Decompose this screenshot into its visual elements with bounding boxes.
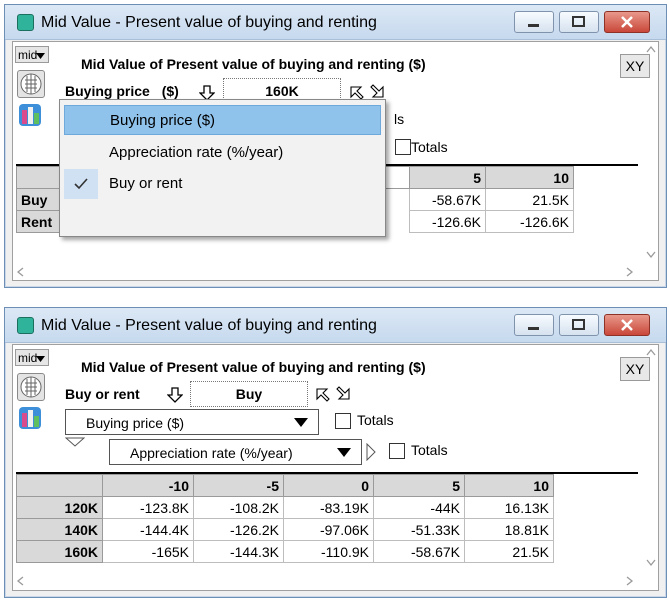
window-bottom: Mid Value - Present value of buying and … [4, 307, 667, 598]
menu-item-label: Appreciation rate (%/year) [109, 144, 284, 161]
slicer-label: Buying price ($) [65, 83, 179, 99]
dropdown-arrow-icon [337, 448, 351, 457]
corner-cell [16, 474, 103, 497]
table-cell[interactable]: -126.6K [409, 210, 486, 233]
minimize-button[interactable] [514, 11, 554, 33]
table-cell[interactable]: -58.67K [373, 540, 465, 563]
col-header: -5 [193, 474, 284, 497]
title-bar[interactable]: Mid Value - Present value of buying and … [5, 5, 666, 40]
result-heading: Mid Value of Present value of buying and… [81, 56, 426, 72]
graph-view-icon[interactable] [17, 102, 43, 128]
menu-item-appreciation-rate[interactable]: Appreciation rate (%/year) [64, 138, 381, 168]
table-cell[interactable]: -83.19K [283, 496, 374, 519]
pivot-down-triangle-icon[interactable] [65, 437, 85, 447]
menu-item-label: Buying price ($) [110, 112, 216, 129]
horizontal-scrollbar[interactable] [15, 575, 645, 587]
row-index-label: Buying price ($) [86, 415, 185, 431]
column-totals-checkbox[interactable] [389, 443, 405, 459]
col-header: -10 [102, 474, 194, 497]
row-header: 140K [16, 518, 103, 541]
table-cell[interactable]: -110.9K [283, 540, 374, 563]
swap-down-arrow-icon[interactable] [167, 387, 183, 403]
col-header: 5 [409, 166, 486, 189]
col-header: 0 [283, 474, 374, 497]
menu-item-buying-price[interactable]: Buying price ($) [64, 105, 381, 135]
row-header: 120K [16, 496, 103, 519]
table-cell[interactable]: -51.33K [373, 518, 465, 541]
table-cell[interactable]: -144.4K [102, 518, 194, 541]
checkmark-icon [64, 169, 98, 199]
close-button[interactable] [604, 11, 650, 33]
table-cell[interactable]: -108.2K [193, 496, 284, 519]
window-title: Mid Value - Present value of buying and … [41, 317, 377, 334]
table-cell[interactable]: 16.13K [464, 496, 554, 519]
table-view-icon[interactable] [17, 373, 45, 401]
title-bar[interactable]: Mid Value - Present value of buying and … [5, 308, 666, 343]
dropdown-arrow-icon [36, 53, 45, 59]
table-cell[interactable]: -58.67K [409, 188, 486, 211]
row-index-dropdown[interactable]: Buying price ($) [65, 409, 319, 435]
table-view-icon[interactable] [17, 70, 45, 98]
table-cell[interactable]: -144.3K [193, 540, 284, 563]
table-cell[interactable]: -97.06K [283, 518, 374, 541]
horizontal-scrollbar[interactable] [15, 266, 645, 278]
pivot-right-triangle-icon[interactable] [366, 443, 376, 461]
totals-checkbox[interactable] [395, 139, 411, 155]
minimize-button[interactable] [514, 314, 554, 336]
menu-item-buy-or-rent[interactable]: Buy or rent [64, 169, 381, 199]
table-cell[interactable]: 18.81K [464, 518, 554, 541]
slicer-value-field[interactable]: Buy [190, 381, 308, 407]
result-heading: Mid Value of Present value of buying and… [81, 359, 426, 375]
slicer-name: Buying price [65, 83, 150, 99]
table-cell[interactable]: -123.8K [102, 496, 194, 519]
slicer-unit: ($) [161, 83, 179, 99]
vertical-scrollbar[interactable] [646, 347, 656, 572]
table-cell[interactable]: 21.5K [464, 540, 554, 563]
table-row: 120K -123.8K -108.2K -83.19K -44K 16.13K [16, 496, 554, 519]
mid-view-dropdown[interactable]: mid [15, 46, 49, 63]
dropdown-arrow-icon [36, 356, 45, 362]
app-icon [17, 14, 34, 31]
column-index-label: Appreciation rate (%/year) [130, 445, 293, 461]
row-header: 160K [16, 540, 103, 563]
table-client-area: mid XY Mid Value of Present value of buy… [12, 344, 659, 591]
totals-label: Totals [411, 139, 448, 155]
table-cell[interactable]: -126.6K [485, 210, 574, 233]
col-header: 5 [373, 474, 465, 497]
row-totals-checkbox[interactable] [335, 413, 351, 429]
window-title: Mid Value - Present value of buying and … [41, 14, 377, 31]
dropdown-arrow-icon [294, 418, 308, 427]
mid-label: mid [18, 48, 38, 62]
slicer-label: Buy or rent [65, 386, 140, 402]
row-totals-label: Totals [357, 412, 394, 428]
table-cell[interactable]: 21.5K [485, 188, 574, 211]
index-selector-menu: Buying price ($) Appreciation rate (%/ye… [59, 99, 386, 237]
table-row: 160K -165K -144.3K -110.9K -58.67K 21.5K [16, 540, 554, 563]
table-row: 140K -144.4K -126.2K -97.06K -51.33K 18.… [16, 518, 554, 541]
table-cell[interactable]: -126.2K [193, 518, 284, 541]
mid-label: mid [18, 351, 38, 365]
mid-view-dropdown[interactable]: mid [15, 349, 49, 366]
column-totals-label: Totals [411, 442, 448, 458]
close-button[interactable] [604, 314, 650, 336]
table-cell[interactable]: -44K [373, 496, 465, 519]
table-cell[interactable]: -165K [102, 540, 194, 563]
column-index-dropdown[interactable]: Appreciation rate (%/year) [109, 439, 362, 465]
app-icon [17, 317, 34, 334]
col-header: 10 [485, 166, 574, 189]
slicer-step-arrows-icon[interactable] [315, 385, 351, 403]
menu-item-label: Buy or rent [109, 175, 183, 192]
graph-view-icon[interactable] [17, 405, 43, 431]
partial-label: ls [394, 111, 405, 127]
vertical-scrollbar[interactable] [646, 44, 656, 264]
col-header: 10 [464, 474, 554, 497]
result-table: -10 -5 0 5 10 120K -123.8K -108.2K -83.1… [16, 474, 554, 563]
maximize-button[interactable] [559, 11, 599, 33]
maximize-button[interactable] [559, 314, 599, 336]
